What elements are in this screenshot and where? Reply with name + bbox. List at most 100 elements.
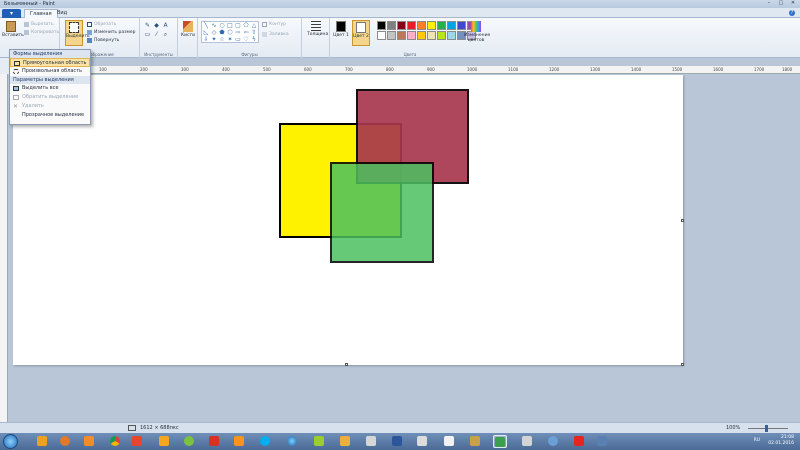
close-button[interactable]: ✕ <box>788 0 798 6</box>
taskbar-app-icon[interactable] <box>157 435 171 448</box>
color1-button[interactable]: Цвет 1 <box>332 20 350 46</box>
outline-button[interactable]: Контур <box>262 22 286 27</box>
drawing-canvas[interactable] <box>13 75 684 366</box>
fill-button[interactable]: Заливка <box>262 32 289 37</box>
edit-colors-button[interactable]: Изменение цветов <box>464 20 490 46</box>
oval-shape-icon[interactable]: ○ <box>218 22 226 29</box>
search-app-icon[interactable] <box>182 435 196 448</box>
lightning-shape-icon[interactable]: ϟ <box>250 36 258 43</box>
zoom-slider-thumb[interactable] <box>765 425 768 432</box>
thickness-button[interactable]: Толщина <box>307 20 328 46</box>
taskbar-app-icon[interactable] <box>415 435 429 448</box>
globe-icon[interactable] <box>285 435 299 448</box>
select-all-item[interactable]: Выделить все <box>10 84 90 93</box>
taskbar-app-icon[interactable] <box>207 435 221 448</box>
zoom-slider[interactable] <box>748 428 788 429</box>
language-indicator[interactable]: RU <box>754 438 760 443</box>
diamond-shape-icon[interactable]: ◇ <box>210 29 218 36</box>
palette-swatch[interactable] <box>397 31 406 40</box>
abbyy-icon[interactable] <box>442 435 456 448</box>
transparent-selection-item[interactable]: Прозрачное выделение <box>10 111 90 120</box>
star4-shape-icon[interactable]: ✦ <box>210 36 218 43</box>
star5-shape-icon[interactable]: ☆ <box>218 36 226 43</box>
pentagon-shape-icon[interactable]: ⬟ <box>218 29 226 36</box>
color2-button[interactable]: Цвет 2 <box>352 20 370 46</box>
arrow-left-shape-icon[interactable]: ⇦ <box>242 29 250 36</box>
rounded-rectangle-shape-icon[interactable]: ▢ <box>234 22 242 29</box>
palette-swatch[interactable] <box>437 31 446 40</box>
cut-button[interactable]: Вырезать <box>24 22 54 27</box>
palette-swatch[interactable] <box>417 31 426 40</box>
taskbar-active-app-icon[interactable] <box>493 435 507 448</box>
right-triangle-shape-icon[interactable]: ◺ <box>202 29 210 36</box>
file-menu-button[interactable]: ▾ <box>2 9 21 18</box>
paste-button[interactable]: Вставить <box>2 20 24 46</box>
taskbar-app-icon[interactable] <box>35 435 49 448</box>
palette-swatch[interactable] <box>387 21 396 30</box>
rotate-button[interactable]: Повернуть <box>87 38 119 43</box>
star6-shape-icon[interactable]: ✶ <box>226 36 234 43</box>
palette-swatch[interactable] <box>447 31 456 40</box>
text-icon[interactable]: A <box>162 22 169 29</box>
palette-swatch[interactable] <box>407 31 416 40</box>
triangle-shape-icon[interactable]: △ <box>250 22 258 29</box>
palette-swatch[interactable] <box>407 21 416 30</box>
minimize-button[interactable]: – <box>764 0 774 6</box>
delete-selection-item[interactable]: ✕ Удалить <box>10 102 90 111</box>
polygon-shape-icon[interactable]: ⬠ <box>242 22 250 29</box>
palette-swatch[interactable] <box>397 21 406 30</box>
taskbar-app-icon[interactable] <box>312 435 326 448</box>
palette-swatch[interactable] <box>437 21 446 30</box>
palette-swatch[interactable] <box>377 21 386 30</box>
invert-selection-item[interactable]: Обратить выделение <box>10 93 90 102</box>
system-clock[interactable]: 21:08 02.01.2016 <box>768 435 794 447</box>
odnoklassniki-icon[interactable] <box>232 435 246 448</box>
magnifier-icon[interactable]: ⌕ <box>162 31 169 38</box>
palette-swatch[interactable] <box>447 21 456 30</box>
taskbar-app-icon[interactable] <box>546 435 560 448</box>
yandex-icon[interactable] <box>572 435 586 448</box>
hexagon-shape-icon[interactable]: ⬡ <box>226 29 234 36</box>
resize-handle-bottom[interactable] <box>345 363 348 366</box>
freeform-selection-item[interactable]: Произвольная область <box>10 67 90 76</box>
taskbar-app-icon[interactable] <box>338 435 352 448</box>
start-button[interactable] <box>3 434 18 449</box>
maximize-button[interactable]: □ <box>776 0 786 6</box>
taskbar-app-icon[interactable] <box>468 435 482 448</box>
resize-handle-corner[interactable] <box>681 363 684 366</box>
skype-icon[interactable] <box>258 435 272 448</box>
taskbar-app-icon[interactable] <box>520 435 534 448</box>
arrow-down-shape-icon[interactable]: ⇩ <box>202 36 210 43</box>
copy-button[interactable]: Копировать <box>24 30 59 35</box>
palette-swatch[interactable] <box>427 31 436 40</box>
palette-swatch[interactable] <box>427 21 436 30</box>
crop-button[interactable]: Обрезать <box>87 22 116 27</box>
taskbar-app-icon[interactable] <box>595 435 609 448</box>
arrow-up-shape-icon[interactable]: ⇧ <box>250 29 258 36</box>
arrow-right-shape-icon[interactable]: ⇨ <box>234 29 242 36</box>
pencil-icon[interactable]: ✎ <box>144 22 151 29</box>
tab-view[interactable]: Вид <box>52 9 72 18</box>
callout-shape-icon[interactable]: ▭ <box>234 36 242 43</box>
rectangle-shape-icon[interactable]: □ <box>226 22 234 29</box>
fill-bucket-icon[interactable]: ◆ <box>153 22 160 29</box>
palette-swatch[interactable] <box>377 31 386 40</box>
resize-button[interactable]: Изменить размер <box>87 30 136 35</box>
taskbar-app-icon[interactable] <box>130 435 144 448</box>
eraser-icon[interactable]: ▭ <box>144 31 151 38</box>
curve-shape-icon[interactable]: ∿ <box>210 22 218 29</box>
rectangular-selection-item[interactable]: Прямоугольная область <box>10 58 90 67</box>
help-icon[interactable]: ? <box>789 10 795 16</box>
brushes-button[interactable]: Кисти <box>179 20 197 46</box>
word-icon[interactable] <box>390 435 404 448</box>
taskbar-app-icon[interactable] <box>364 435 378 448</box>
heart-shape-icon[interactable]: ♡ <box>242 36 250 43</box>
taskbar-app-icon[interactable] <box>58 435 72 448</box>
color-picker-icon[interactable]: ⁄ <box>153 31 160 38</box>
select-button[interactable]: Выделить <box>65 20 90 46</box>
green-square[interactable] <box>330 162 434 263</box>
palette-swatch[interactable] <box>387 31 396 40</box>
palette-swatch[interactable] <box>417 21 426 30</box>
taskbar-app-icon[interactable] <box>82 435 96 448</box>
resize-handle-right[interactable] <box>681 219 684 222</box>
